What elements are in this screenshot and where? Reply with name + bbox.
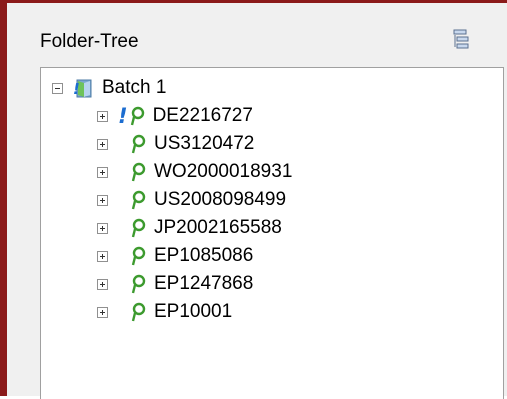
batch-folder-icon: ! — [72, 77, 94, 99]
patent-icon — [130, 301, 146, 323]
expand-toggle[interactable] — [97, 222, 108, 234]
tree-item[interactable]: US3120472 — [97, 130, 254, 158]
tree-item-label: EP1247868 — [154, 273, 254, 294]
expand-toggle[interactable] — [97, 166, 108, 178]
tree-root-batch[interactable]: ! Batch 1 — [52, 74, 166, 102]
tree-item[interactable]: ! DE2216727 — [97, 102, 253, 130]
collapse-toggle[interactable] — [52, 82, 63, 94]
expand-toggle[interactable] — [97, 194, 108, 206]
collapse-all-icon[interactable] — [452, 29, 470, 51]
tree-item-label: JP2002165588 — [154, 217, 282, 238]
tree-item[interactable]: JP2002165588 — [97, 214, 282, 242]
patent-icon — [130, 189, 146, 211]
tree-root-label: Batch 1 — [102, 77, 167, 98]
folder-tree[interactable]: ! Batch 1 ! DE2216727 US3120472 WO200001… — [40, 67, 504, 399]
warning-icon: ! — [118, 104, 128, 128]
folder-tree-panel: Folder-Tree ! Batch 1 ! DE2216727 US3120… — [7, 3, 507, 399]
tree-item-label: EP1085086 — [154, 245, 254, 266]
tree-item-label: WO2000018931 — [154, 161, 293, 182]
expand-toggle[interactable] — [97, 110, 108, 122]
tree-item-label: US3120472 — [154, 133, 255, 154]
patent-icon — [130, 133, 146, 155]
window-frame-left — [0, 0, 7, 396]
patent-icon — [130, 161, 146, 183]
patent-icon — [130, 245, 146, 267]
tree-item[interactable]: EP1247868 — [97, 270, 253, 298]
patent-icon — [130, 273, 146, 295]
expand-toggle[interactable] — [97, 138, 108, 150]
svg-text:!: ! — [73, 80, 80, 98]
expand-toggle[interactable] — [97, 306, 108, 318]
tree-item-label: EP10001 — [154, 301, 233, 322]
tree-item-label: DE2216727 — [152, 105, 253, 126]
expand-toggle[interactable] — [97, 250, 108, 262]
patent-icon — [129, 105, 145, 127]
tree-item[interactable]: EP1085086 — [97, 242, 253, 270]
tree-item[interactable]: US2008098499 — [97, 186, 286, 214]
panel-title: Folder-Tree — [40, 31, 139, 52]
patent-icon — [130, 217, 146, 239]
tree-item[interactable]: WO2000018931 — [97, 158, 292, 186]
tree-item-label: US2008098499 — [154, 189, 287, 210]
expand-toggle[interactable] — [97, 278, 108, 290]
tree-item[interactable]: EP10001 — [97, 298, 232, 326]
